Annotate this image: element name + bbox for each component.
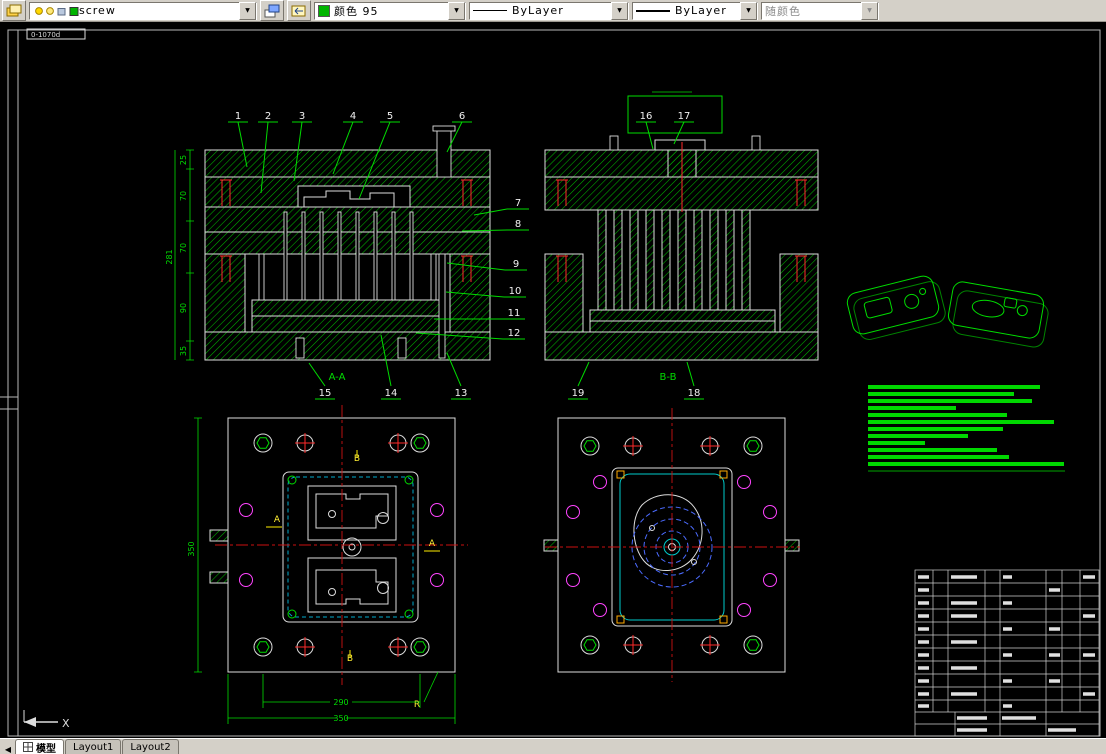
svg-text:11: 11: [508, 308, 521, 319]
make-object-layer-current-button[interactable]: [260, 0, 284, 21]
tab-model[interactable]: 模型: [15, 739, 64, 754]
iso-part-2: [947, 281, 1049, 348]
balloon-18: 18: [684, 361, 704, 400]
layer-combo-arrow-icon[interactable]: ▼: [239, 1, 256, 20]
svg-text:5: 5: [387, 111, 393, 122]
svg-text:15: 15: [319, 388, 332, 399]
cad-application-window: screw ▼ 颜色 95 ▼ ByLayer ▼ ByLayer ▼ 随颜色 …: [0, 0, 1106, 754]
sheet-frame: 0-1070d: [0, 28, 1101, 737]
make-layer-current-icon: [264, 4, 280, 17]
section-marker-a-right: A: [429, 539, 436, 549]
section-label-aa: A-A: [329, 372, 346, 383]
plotstyle-value: 随颜色: [765, 4, 801, 18]
plotstyle-combo: 随颜色 ▼: [761, 1, 879, 20]
layer-on-icon: [35, 6, 43, 15]
ucs-icon: X: [23, 710, 70, 730]
model-tab-icon: [23, 742, 33, 752]
plan-view-left: A A B B R 350 290 350: [187, 405, 468, 724]
svg-text:13: 13: [455, 388, 468, 399]
color-combo[interactable]: 颜色 95 ▼: [314, 1, 466, 20]
plotstyle-combo-arrow-icon: ▼: [861, 1, 878, 20]
tab-layout2[interactable]: Layout2: [122, 739, 179, 754]
tab-scroll-left-icon[interactable]: ◀: [2, 745, 14, 754]
layer-lock-icon: [57, 7, 66, 15]
lineweight-combo[interactable]: ByLayer ▼: [632, 1, 758, 20]
dim-plan-inner-width: 290: [333, 698, 348, 707]
dim-text: 35: [179, 346, 188, 356]
layers-icon: [6, 4, 22, 16]
layer-color-chip: [69, 6, 79, 16]
title-block: [914, 569, 1100, 737]
svg-text:6: 6: [459, 111, 465, 122]
dim-text: 90: [179, 303, 188, 313]
linetype-combo[interactable]: ByLayer ▼: [469, 1, 629, 20]
section-marker-b-bottom: B: [347, 654, 353, 664]
lineweight-value: ByLayer: [675, 4, 727, 17]
svg-text:17: 17: [678, 111, 691, 122]
layer-freeze-icon: [46, 6, 54, 15]
lineweight-glyph: [636, 9, 670, 12]
svg-text:2: 2: [265, 111, 271, 122]
layer-combo[interactable]: screw ▼: [29, 1, 257, 20]
balloon-19: 19: [568, 361, 590, 400]
svg-text:18: 18: [688, 388, 701, 399]
svg-text:3: 3: [299, 111, 305, 122]
section-view-bb: [544, 91, 819, 361]
linetype-value: ByLayer: [512, 4, 564, 17]
ucs-x-label: X: [62, 717, 70, 730]
color-swatch: [318, 4, 330, 17]
technical-notes-text: [868, 385, 1065, 472]
dim-text: 70: [179, 243, 188, 253]
layer-state-icons: [35, 6, 79, 16]
section-view-aa: [204, 125, 491, 361]
isometric-part-views: [846, 275, 1049, 348]
lineweight-combo-arrow-icon[interactable]: ▼: [740, 1, 757, 20]
dim-text-total: 281: [165, 249, 174, 264]
svg-text:12: 12: [508, 328, 521, 339]
layout-tabbar: ◀ 模型 Layout1 Layout2: [0, 738, 1106, 754]
svg-text:8: 8: [515, 219, 521, 230]
layout2-tab-label: Layout2: [130, 741, 171, 753]
linetype-combo-arrow-icon[interactable]: ▼: [611, 1, 628, 20]
dim-plan-height: 350: [187, 541, 196, 556]
model-tab-label: 模型: [36, 743, 56, 754]
radius-marker: R: [414, 700, 420, 710]
svg-text:4: 4: [350, 111, 356, 122]
object-properties-toolbar: screw ▼ 颜色 95 ▼ ByLayer ▼ ByLayer ▼ 随颜色 …: [0, 0, 1106, 22]
layer-name: screw: [79, 4, 116, 17]
plan-view-right: [543, 408, 800, 682]
iso-part-1: [846, 275, 946, 340]
svg-text:9: 9: [513, 259, 519, 270]
svg-text:19: 19: [572, 388, 585, 399]
section-label-bb: B-B: [660, 372, 677, 383]
drawing-canvas[interactable]: 0-1070d 25 70 70 90 35 281 A-A 1 2 3 4 5…: [0, 22, 1106, 738]
balloon-16: 16: [636, 111, 656, 150]
dim-plan-width: 350: [333, 714, 348, 723]
svg-text:7: 7: [515, 198, 521, 209]
tab-layout1[interactable]: Layout1: [65, 739, 122, 754]
layer-previous-icon: [291, 5, 306, 16]
svg-text:14: 14: [385, 388, 398, 399]
dim-text: 25: [179, 155, 188, 165]
layer-properties-button[interactable]: [2, 0, 26, 21]
doc-label: 0-1070d: [31, 31, 60, 39]
color-value: 颜色 95: [334, 4, 379, 18]
drawing-svg: 0-1070d 25 70 70 90 35 281 A-A 1 2 3 4 5…: [0, 28, 1101, 737]
color-combo-arrow-icon[interactable]: ▼: [448, 1, 465, 20]
layout1-tab-label: Layout1: [73, 741, 114, 753]
layer-previous-button[interactable]: [287, 0, 311, 21]
svg-text:10: 10: [509, 286, 522, 297]
dim-text: 70: [179, 191, 188, 201]
svg-text:1: 1: [235, 111, 241, 122]
balloon-17: 17: [673, 111, 694, 145]
section-marker-a-left: A: [274, 515, 281, 525]
section-marker-b-top: B: [354, 454, 360, 464]
svg-text:16: 16: [640, 111, 653, 122]
linetype-glyph: [473, 10, 507, 11]
